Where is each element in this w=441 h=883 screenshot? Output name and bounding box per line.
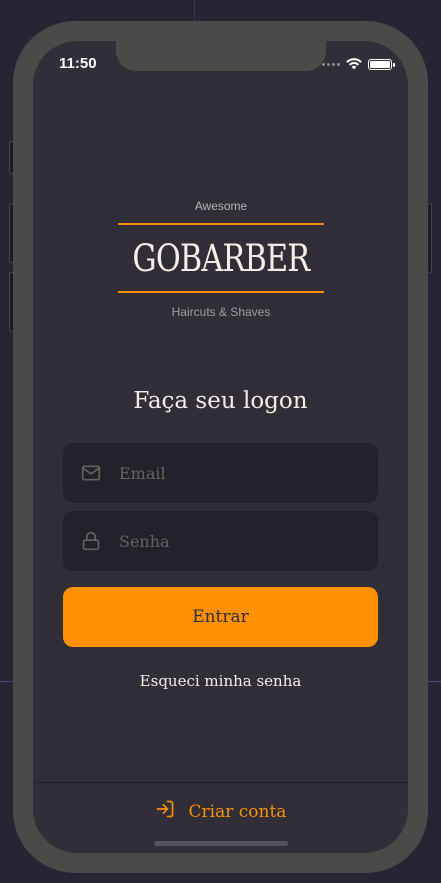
email-input[interactable] xyxy=(117,462,367,484)
background-divider-vertical xyxy=(194,0,195,22)
battery-icon xyxy=(368,58,395,70)
mail-icon xyxy=(81,463,101,483)
logo-tagline-top: Awesome xyxy=(194,199,248,213)
app-screen: 11:50 Awesome GOBARBER Haircuts & Shaves… xyxy=(33,41,408,853)
device-notch xyxy=(116,41,326,71)
create-account-link[interactable]: Criar conta xyxy=(33,799,408,824)
password-input[interactable] xyxy=(117,530,367,552)
gobarber-logo: Awesome GOBARBER Haircuts & Shaves xyxy=(118,199,324,329)
logo-wordmark: GOBARBER xyxy=(118,225,324,291)
home-indicator[interactable] xyxy=(154,841,288,846)
device-frame: 11:50 Awesome GOBARBER Haircuts & Shaves… xyxy=(13,21,428,873)
simulator-stage: 11:50 Awesome GOBARBER Haircuts & Shaves… xyxy=(0,0,441,883)
logo-rule-bottom xyxy=(118,291,324,293)
login-button[interactable]: Entrar xyxy=(63,587,378,647)
password-field[interactable] xyxy=(63,511,378,571)
wifi-icon xyxy=(346,58,362,70)
create-account-label: Criar conta xyxy=(188,801,287,822)
logo-brand-name: GOBARBER xyxy=(132,236,311,280)
logo-tagline-bottom: Haircuts & Shaves xyxy=(171,305,271,319)
lock-icon xyxy=(81,531,101,551)
page-title: Faça seu logon xyxy=(133,388,308,414)
status-time: 11:50 xyxy=(59,55,97,72)
status-icons xyxy=(322,58,395,70)
cellular-signal-icon xyxy=(322,62,340,66)
forgot-password-link[interactable]: Esqueci minha senha xyxy=(33,672,408,690)
log-in-icon xyxy=(155,799,175,824)
email-field[interactable] xyxy=(63,443,378,503)
